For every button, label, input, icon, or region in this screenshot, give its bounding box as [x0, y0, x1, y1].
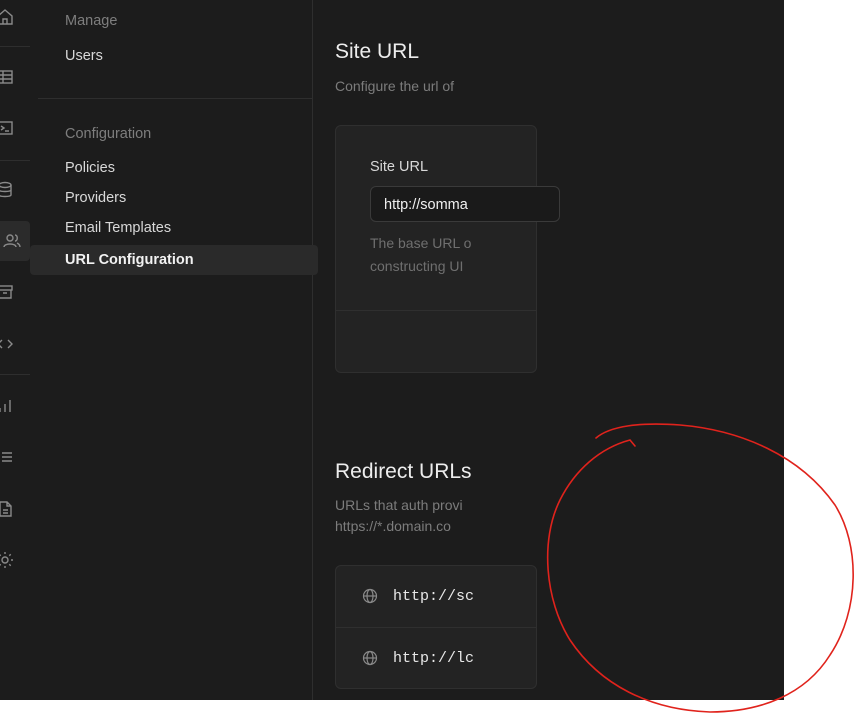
- rail-divider: [0, 46, 30, 47]
- site-url-help-line: The base URL o: [370, 235, 472, 251]
- sidebar-item-email-templates[interactable]: Email Templates: [65, 220, 171, 236]
- list-icon[interactable]: [0, 446, 16, 468]
- gear-icon[interactable]: [0, 549, 16, 571]
- card-footer-divider: [336, 310, 536, 311]
- redirect-urls-description: URLs that auth provi https://*.domain.co: [335, 495, 463, 537]
- site-url-help-line: constructing UI: [370, 258, 464, 274]
- home-icon[interactable]: [0, 6, 16, 28]
- sidebar-item-policies[interactable]: Policies: [65, 160, 115, 176]
- app-window: Manage Users Configuration Policies Prov…: [0, 0, 784, 700]
- bar-chart-icon[interactable]: [0, 395, 16, 417]
- redirect-urls-list: http://sc http://lc: [335, 565, 537, 689]
- code-icon[interactable]: [0, 333, 16, 355]
- menu-heading-manage: Manage: [65, 13, 118, 29]
- redirect-url-row[interactable]: http://sc: [336, 566, 536, 626]
- globe-icon: [362, 588, 378, 604]
- sidebar-menu: Manage Users Configuration Policies Prov…: [30, 0, 318, 700]
- redirect-urls-description-line: URLs that auth provi: [335, 497, 463, 513]
- redirect-url-text: http://sc: [393, 587, 475, 605]
- site-url-card: Site URL http://somma The base URL o con…: [335, 125, 560, 373]
- rail-divider: [0, 374, 30, 375]
- sidebar-item-url-configuration[interactable]: URL Configuration: [30, 245, 318, 275]
- database-icon[interactable]: [0, 179, 16, 201]
- redirect-url-text: http://lc: [393, 649, 475, 667]
- site-url-input[interactable]: http://somma: [370, 186, 560, 222]
- table-icon[interactable]: [0, 66, 16, 88]
- sidebar-item-users[interactable]: Users: [65, 48, 103, 64]
- redirect-urls-description-line: https://*.domain.co: [335, 518, 451, 534]
- document-icon[interactable]: [0, 498, 16, 520]
- archive-icon[interactable]: [0, 281, 16, 303]
- rail-divider: [0, 160, 30, 161]
- redirect-url-row[interactable]: http://lc: [336, 627, 536, 688]
- site-url-field-label: Site URL: [370, 159, 429, 175]
- icon-rail: [0, 0, 39, 700]
- menu-divider: [38, 98, 312, 99]
- site-url-help-text: The base URL o constructing UI: [370, 232, 471, 278]
- globe-icon: [362, 650, 378, 666]
- redirect-urls-title: Redirect URLs: [335, 460, 472, 483]
- site-url-description: Configure the url of: [335, 78, 455, 94]
- menu-heading-configuration: Configuration: [65, 126, 152, 142]
- sidebar-item-providers[interactable]: Providers: [65, 190, 126, 206]
- site-url-title: Site URL: [335, 40, 420, 63]
- terminal-icon[interactable]: [0, 117, 16, 139]
- users-icon[interactable]: [0, 221, 30, 261]
